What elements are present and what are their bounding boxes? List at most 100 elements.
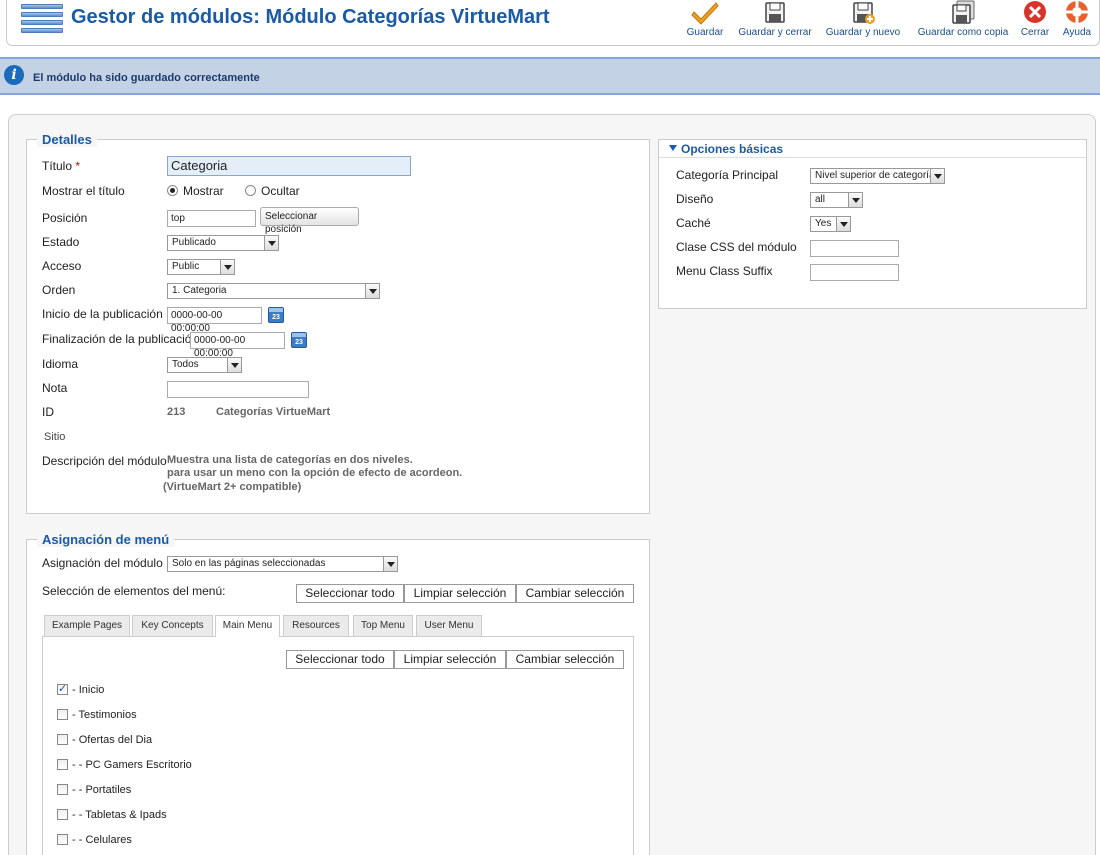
language-select[interactable]: Todos [167,357,242,373]
save-close-button[interactable]: Guardar y cerrar [737,0,813,44]
message-text: El módulo ha sido guardado correctamente [33,72,260,84]
state-select[interactable]: Publicado [167,235,279,251]
clear-selection-button[interactable]: Limpiar selección [404,584,516,603]
menu-assignment-legend: Asignación de menú [37,532,175,547]
chevron-down-icon [227,358,241,372]
menu-item-label: - Testimonios [72,709,137,721]
menu-item-checkbox[interactable] [57,709,68,720]
publish-down-input[interactable]: 0000-00-00 00:00:00 [190,332,285,359]
calendar-icon[interactable]: 23 [268,307,284,323]
module-name: Categorías VirtueMart [216,406,331,418]
layout-label: Diseño [676,192,714,206]
close-icon [1021,0,1049,26]
order-label: Orden [42,283,76,297]
note-input[interactable] [167,381,309,398]
tab-user-menu[interactable]: User Menu [416,615,482,636]
tab-example-pages[interactable]: Example Pages [44,615,130,636]
tab-main-menu[interactable]: Main Menu [215,615,280,637]
module-assignment-select[interactable]: Solo en las páginas seleccionadas [167,556,398,572]
chevron-down-icon [383,557,397,571]
toggle-selection-button[interactable]: Cambiar selección [516,584,634,603]
chevron-down-icon [220,260,234,274]
css-class-input[interactable] [810,240,899,257]
id-value: 213 [167,406,186,418]
menu-item-checkbox[interactable] [57,759,68,770]
menu-item-label: - Inicio [72,684,105,696]
system-message: i El módulo ha sido guardado correctamen… [0,57,1100,95]
close-button[interactable]: Cerrar [1017,0,1053,44]
description-line-3: (VirtueMart 2+ compatible) [163,481,302,493]
hide-title-radio[interactable] [245,185,256,196]
basic-options-panel: Opciones básicas [658,139,1087,309]
show-option-label: Mostrar [183,184,224,198]
menu-item-label: - - Tabletas & Ipads [72,809,167,821]
calendar-icon[interactable]: 23 [291,332,307,348]
publish-up-input[interactable]: 0000-00-00 00:00:00 [167,307,262,334]
basic-options-header[interactable]: Opciones básicas [659,140,1086,158]
tab-top-menu[interactable]: Top Menu [353,615,413,636]
checkmark-icon [691,0,719,26]
description-line-2: para usar un meno con la opción de efect… [167,467,463,479]
parent-category-label: Categoría Principal [676,168,779,182]
cache-select[interactable]: Yes [810,216,851,232]
chevron-down-icon [836,217,850,231]
tab-key-concepts[interactable]: Key Concepts [132,615,213,636]
show-title-radio[interactable] [167,185,178,196]
parent-category-select[interactable]: Nivel superior de categoría [810,168,945,184]
chevron-down-icon [848,193,862,207]
position-input[interactable]: top [167,210,256,227]
floppy-disk-plus-icon [849,0,877,26]
menu-item-label: - - PC Gamers Escritorio [72,759,192,771]
save-new-button[interactable]: Guardar y nuevo [825,0,901,44]
floppy-disk-icon [761,0,789,26]
show-title-label: Mostrar el título [42,184,125,198]
id-label: ID [42,405,54,419]
menu-item-label: - - Portatiles [72,784,132,796]
position-label: Posición [42,211,88,225]
basic-options-title: Opciones básicas [681,142,784,156]
menu-item-label: - Ofertas del Dia [72,734,153,746]
details-legend: Detalles [37,132,97,147]
menu-item-label: - - Celulares [72,834,132,846]
module-manager-icon [21,4,63,36]
chevron-down-icon [264,236,278,250]
help-button[interactable]: Ayuda [1061,0,1093,44]
title-label: Título * [42,159,81,173]
select-position-button[interactable]: Seleccionar posición [260,207,359,235]
page-title: Gestor de módulos: Módulo Categorías Vir… [71,6,550,28]
order-select[interactable]: 1. Categoria [167,283,380,299]
cache-label: Caché [676,216,711,230]
floppy-disk-copy-icon [949,0,977,26]
menu-item-checkbox[interactable] [57,784,68,795]
menu-suffix-input[interactable] [810,264,899,281]
layout-select[interactable]: all [810,192,863,208]
site-label: Sitio [44,431,66,443]
publish-down-label: Finalización de la publicación [42,332,199,346]
access-select[interactable]: Public [167,259,235,275]
tab-select-all-button[interactable]: Seleccionar todo [286,650,394,669]
title-input[interactable]: Categoria [167,156,411,176]
note-label: Nota [42,381,68,395]
tab-resources[interactable]: Resources [283,615,349,636]
save-button[interactable]: Guardar [685,0,725,44]
menu-suffix-label: Menu Class Suffix [676,264,773,278]
chevron-down-icon [930,169,944,183]
state-label: Estado [42,235,80,249]
toolbar: Gestor de módulos: Módulo Categorías Vir… [6,0,1100,46]
tab-clear-selection-button[interactable]: Limpiar selección [394,650,506,669]
menu-item-checkbox[interactable] [57,682,68,695]
access-label: Acceso [42,259,82,273]
save-copy-button[interactable]: Guardar como copia [913,0,1013,44]
publish-up-label: Inicio de la publicación [42,307,163,321]
menu-item-checkbox[interactable] [57,734,68,745]
description-line-1: Muestra una lista de categorías en dos n… [167,454,413,466]
menu-selection-label: Selección de elementos del menú: [42,584,226,598]
chevron-down-icon [365,284,379,298]
menu-item-checkbox[interactable] [57,809,68,820]
module-assignment-label: Asignación del módulo [42,556,163,570]
select-all-button[interactable]: Seleccionar todo [296,584,404,603]
menu-item-checkbox[interactable] [57,834,68,845]
tab-toggle-selection-button[interactable]: Cambiar selección [506,650,624,669]
css-class-label: Clase CSS del módulo [676,240,797,254]
description-label: Descripción del módulo [42,454,167,468]
